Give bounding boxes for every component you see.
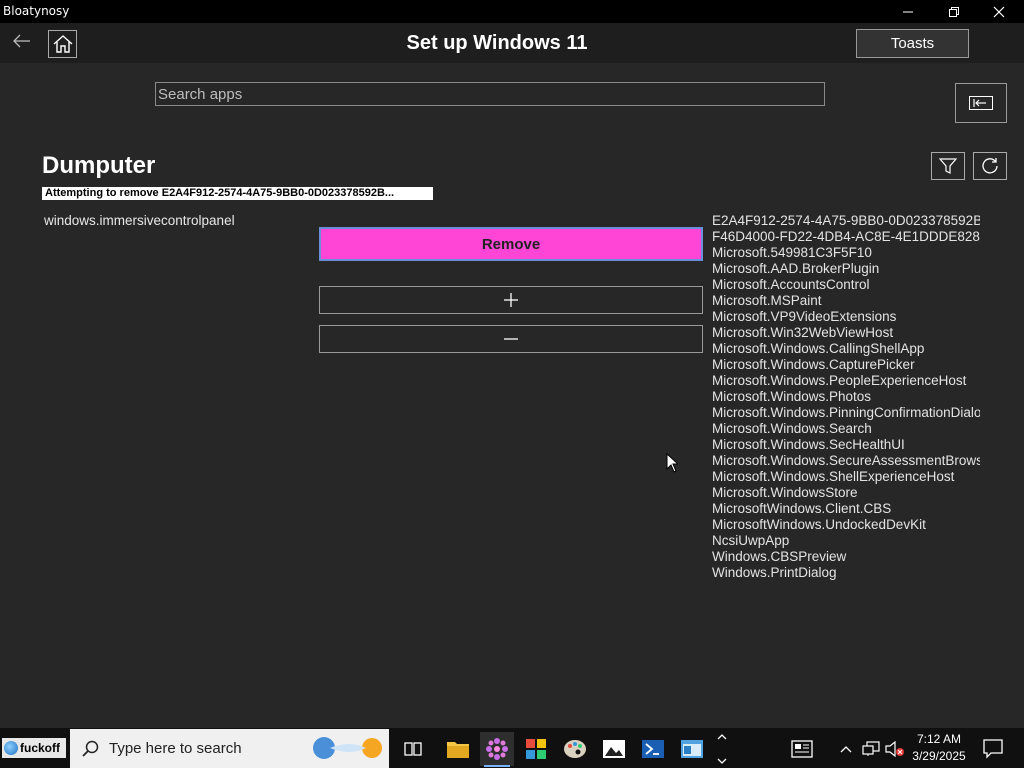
toasts-button[interactable]: Toasts	[856, 29, 969, 58]
globe-icon	[4, 741, 18, 755]
list-item[interactable]: MicrosoftWindows.Client.CBS	[712, 501, 980, 517]
refresh-icon	[982, 158, 998, 174]
list-item[interactable]: MicrosoftWindows.UndockedDevKit	[712, 517, 980, 533]
network-icon	[862, 741, 880, 756]
notification-icon	[983, 739, 1003, 759]
app-manager-button[interactable]	[519, 732, 553, 766]
section-title: Dumputer	[42, 152, 156, 179]
mouse-cursor-icon	[666, 453, 678, 473]
maximize-button[interactable]	[931, 0, 977, 23]
terminal-icon	[642, 740, 664, 758]
start-label: fuckoff	[20, 741, 60, 755]
network-button[interactable]	[860, 732, 882, 766]
palette-icon	[564, 740, 586, 758]
list-item[interactable]: windows.immersivecontrolpanel	[44, 213, 235, 228]
clock-time: 7:12 AM	[916, 732, 962, 746]
list-item[interactable]: Microsoft.Windows.SecHealthUI	[712, 437, 980, 453]
file-explorer-button[interactable]	[441, 732, 475, 766]
scroll-arrows-icon	[717, 734, 727, 764]
system-clock[interactable]: 7:12 AM 3/29/2025	[906, 731, 972, 765]
minus-icon	[504, 338, 518, 340]
refresh-button[interactable]	[973, 152, 1007, 180]
close-icon	[993, 6, 1005, 17]
list-item[interactable]: Microsoft.WindowsStore	[712, 485, 980, 501]
window-app-icon	[681, 740, 703, 758]
list-item[interactable]: Microsoft.549981C3F5F10	[712, 245, 980, 261]
start-button[interactable]: fuckoff	[2, 738, 66, 758]
image-icon	[603, 740, 625, 758]
page-title: Set up Windows 11	[406, 32, 588, 54]
flower-icon	[486, 738, 508, 760]
plus-icon	[504, 293, 518, 307]
list-item[interactable]: Microsoft.Windows.PeopleExperienceHost	[712, 373, 980, 389]
remove-button[interactable]: Remove	[319, 227, 703, 261]
list-item[interactable]: Microsoft.Windows.ShellExperienceHost	[712, 469, 980, 485]
control-panel-button[interactable]	[675, 732, 709, 766]
photos-button[interactable]	[597, 732, 631, 766]
list-item[interactable]: Windows.PrintDialog	[712, 565, 980, 581]
news-widget-button[interactable]	[785, 732, 819, 766]
chevron-up-icon	[840, 746, 852, 753]
minimize-button[interactable]	[885, 0, 931, 23]
title-bar: Bloatynosy	[0, 0, 1024, 23]
task-view-button[interactable]	[396, 732, 430, 766]
search-icon	[82, 740, 99, 757]
taskbar-scroll[interactable]	[708, 732, 736, 766]
list-item[interactable]: E2A4F912-2574-4A75-9BB0-0D023378592B	[712, 213, 980, 229]
close-button[interactable]	[976, 0, 1022, 23]
tray-overflow-button[interactable]	[836, 732, 856, 766]
notifications-button[interactable]	[976, 732, 1010, 766]
powershell-button[interactable]	[636, 732, 670, 766]
minimize-icon	[903, 11, 913, 12]
task-view-icon	[404, 742, 422, 756]
active-indicator	[484, 765, 510, 767]
search-input[interactable]	[155, 82, 825, 106]
collapse-panel-button[interactable]	[955, 83, 1007, 123]
folder-icon	[447, 742, 469, 758]
list-item[interactable]: Microsoft.Windows.Search	[712, 421, 980, 437]
filter-button[interactable]	[931, 152, 965, 180]
clock-date: 3/29/2025	[912, 749, 966, 763]
status-message: Attempting to remove E2A4F912-2574-4A75-…	[42, 187, 433, 200]
taskbar-search-placeholder: Type here to search	[109, 740, 242, 757]
app-list: E2A4F912-2574-4A75-9BB0-0D023378592B F46…	[712, 213, 980, 581]
volume-button[interactable]	[884, 732, 906, 766]
list-item[interactable]: Microsoft.Windows.Photos	[712, 389, 980, 405]
taskbar-search[interactable]: Type here to search	[70, 729, 389, 768]
window-title: Bloatynosy	[3, 4, 70, 18]
add-button[interactable]	[319, 286, 703, 314]
paint-button[interactable]	[558, 732, 592, 766]
list-item[interactable]: Microsoft.AccountsControl	[712, 277, 980, 293]
list-item[interactable]: Windows.CBSPreview	[712, 549, 980, 565]
list-item[interactable]: Microsoft.AAD.BrokerPlugin	[712, 261, 980, 277]
list-item[interactable]: Microsoft.Windows.CallingShellApp	[712, 341, 980, 357]
list-item[interactable]: Microsoft.Windows.PinningConfirmationDia…	[712, 405, 980, 421]
search-highlight-icon	[313, 737, 382, 759]
minus-button[interactable]	[319, 325, 703, 353]
volume-muted-icon	[885, 741, 904, 757]
restore-icon	[949, 6, 959, 17]
news-icon	[791, 740, 813, 758]
list-item[interactable]: Microsoft.VP9VideoExtensions	[712, 309, 980, 325]
app-header: Set up Windows 11 Toasts	[0, 23, 1024, 63]
list-item[interactable]: F46D4000-FD22-4DB4-AC8E-4E1DDDE828FE	[712, 229, 980, 245]
bloatynosy-taskbar-button[interactable]	[480, 732, 514, 767]
collapse-left-icon	[969, 96, 993, 110]
list-item[interactable]: Microsoft.Win32WebViewHost	[712, 325, 980, 341]
list-item[interactable]: Microsoft.Windows.SecureAssessmentBrowse…	[712, 453, 980, 469]
list-item[interactable]: NcsiUwpApp	[712, 533, 980, 549]
apps-grid-icon	[526, 739, 546, 759]
filter-icon	[939, 158, 957, 174]
list-item[interactable]: Microsoft.MSPaint	[712, 293, 980, 309]
list-item[interactable]: Microsoft.Windows.CapturePicker	[712, 357, 980, 373]
